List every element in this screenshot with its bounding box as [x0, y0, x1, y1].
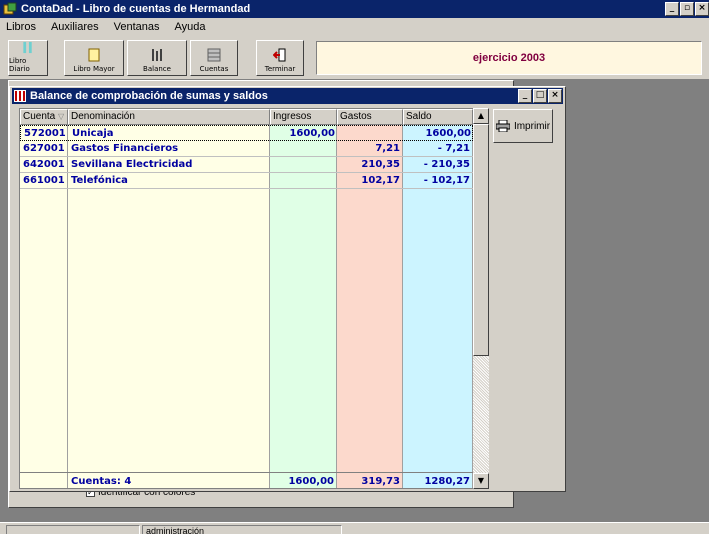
- cell-saldo: - 102,17: [423, 175, 470, 186]
- totals-label: Cuentas: 4: [71, 476, 132, 487]
- print-label: Imprimir: [513, 120, 551, 132]
- terminar-button[interactable]: Terminar: [256, 40, 304, 76]
- exit-door-icon: [273, 48, 286, 62]
- minimize-icon[interactable]: _: [518, 89, 532, 103]
- cell-gastos: [338, 126, 404, 141]
- total-ingresos: 1600,00: [288, 476, 334, 487]
- balance-grid[interactable]: Cuenta ▽ Denominación Ingresos Gastos Sa…: [19, 108, 473, 489]
- balance-window: Balance de comprobación de sumas y saldo…: [9, 86, 566, 492]
- scroll-down-icon[interactable]: ▼: [473, 473, 489, 489]
- balance-title-bar[interactable]: Balance de comprobación de sumas y saldo…: [12, 88, 563, 104]
- cell-ingresos: [270, 157, 337, 172]
- header-cuenta-label: Cuenta: [23, 111, 56, 122]
- cell-ingresos: 1600,00: [289, 128, 335, 139]
- cell-cuenta: 572001: [24, 128, 66, 139]
- table-row[interactable]: 661001 Telefónica 102,17 - 102,17: [20, 173, 473, 189]
- cell-gastos: 7,21: [375, 143, 400, 154]
- exercise-panel: ejercicio 2003: [316, 41, 702, 75]
- cell-ingresos: [270, 173, 337, 188]
- header-cuenta[interactable]: Cuenta ▽: [20, 109, 68, 125]
- total-gastos: 319,73: [361, 476, 400, 487]
- libro-mayor-button[interactable]: Libro Mayor: [64, 40, 124, 76]
- cell-cuenta: 627001: [23, 143, 65, 154]
- libro-diario-button[interactable]: Libro Diario: [8, 40, 48, 76]
- balance-label: Balance: [143, 65, 171, 73]
- cell-ingresos: [270, 141, 337, 156]
- toolbar: Libro Diario Libro Mayor Balance Cuentas…: [0, 36, 709, 80]
- cell-gastos: 210,35: [361, 159, 400, 170]
- menu-libros[interactable]: Libros: [6, 21, 36, 33]
- cuentas-icon: [207, 48, 221, 62]
- cuentas-label: Cuentas: [199, 65, 229, 73]
- scroll-up-icon[interactable]: ▲: [473, 108, 489, 124]
- menu-bar: Libros Auxiliares Ventanas Ayuda: [0, 18, 709, 36]
- terminar-label: Terminar: [264, 65, 296, 73]
- close-icon[interactable]: ×: [548, 89, 562, 103]
- libro-diario-label: Libro Diario: [9, 57, 30, 73]
- balance-window-icon: [14, 90, 26, 102]
- sort-arrow-icon: ▽: [58, 112, 65, 121]
- menu-ventanas[interactable]: Ventanas: [114, 21, 160, 33]
- app-title: ContaDad - Libro de cuentas de Hermandad: [21, 3, 251, 15]
- menu-ayuda[interactable]: Ayuda: [175, 21, 206, 33]
- scroll-thumb[interactable]: [473, 124, 489, 356]
- app-icon: [3, 2, 17, 16]
- total-saldo: 1280,27: [424, 476, 470, 487]
- balance-icon: [152, 49, 162, 61]
- balance-button[interactable]: Balance: [127, 40, 187, 76]
- minimize-icon[interactable]: _: [665, 2, 679, 16]
- balance-title: Balance de comprobación de sumas y saldo…: [30, 90, 268, 102]
- cell-cuenta: 661001: [23, 175, 65, 186]
- header-gastos[interactable]: Gastos: [337, 109, 403, 125]
- cuentas-button[interactable]: Cuentas: [190, 40, 238, 76]
- header-saldo[interactable]: Saldo: [403, 109, 473, 125]
- balance-window-controls: _ □ ×: [518, 89, 562, 103]
- printer-icon: [495, 120, 510, 132]
- table-row[interactable]: 627001 Gastos Financieros 7,21 - 7,21: [20, 141, 473, 157]
- window-controls: _ ▫ ×: [665, 2, 709, 16]
- cell-gastos: 102,17: [361, 175, 400, 186]
- print-button[interactable]: Imprimir: [493, 109, 553, 143]
- header-ingresos[interactable]: Ingresos: [270, 109, 337, 125]
- header-denominacion[interactable]: Denominación: [68, 109, 270, 125]
- table-row[interactable]: 642001 Sevillana Electricidad 210,35 - 2…: [20, 157, 473, 173]
- status-bar: administración: [0, 522, 709, 534]
- cell-saldo: - 210,35: [423, 159, 470, 170]
- menu-auxiliares[interactable]: Auxiliares: [51, 21, 99, 33]
- cell-denominacion: Unicaja: [72, 128, 114, 139]
- cell-cuenta: 642001: [23, 159, 65, 170]
- restore-icon[interactable]: ▫: [680, 2, 694, 16]
- libro-mayor-icon: [88, 48, 100, 62]
- cell-saldo: - 7,21: [437, 143, 470, 154]
- cell-denominacion: Gastos Financieros: [71, 143, 179, 154]
- status-panel-empty: [6, 525, 140, 534]
- libro-diario-icon: [23, 41, 32, 54]
- totals-row: Cuentas: 4 1600,00 319,73 1280,27: [20, 472, 473, 489]
- status-user: administración: [142, 525, 342, 534]
- vertical-scrollbar[interactable]: ▲ ▼: [473, 108, 489, 489]
- libro-mayor-label: Libro Mayor: [73, 65, 115, 73]
- maximize-icon[interactable]: □: [533, 89, 547, 103]
- close-icon[interactable]: ×: [695, 2, 709, 16]
- cell-denominacion: Sevillana Electricidad: [71, 159, 193, 170]
- cell-denominacion: Telefónica: [71, 175, 128, 186]
- app-title-bar[interactable]: ContaDad - Libro de cuentas de Hermandad…: [0, 0, 709, 18]
- cell-saldo: 1600,00: [425, 128, 471, 139]
- table-row[interactable]: 572001 Unicaja 1600,00 1600,00: [20, 125, 473, 141]
